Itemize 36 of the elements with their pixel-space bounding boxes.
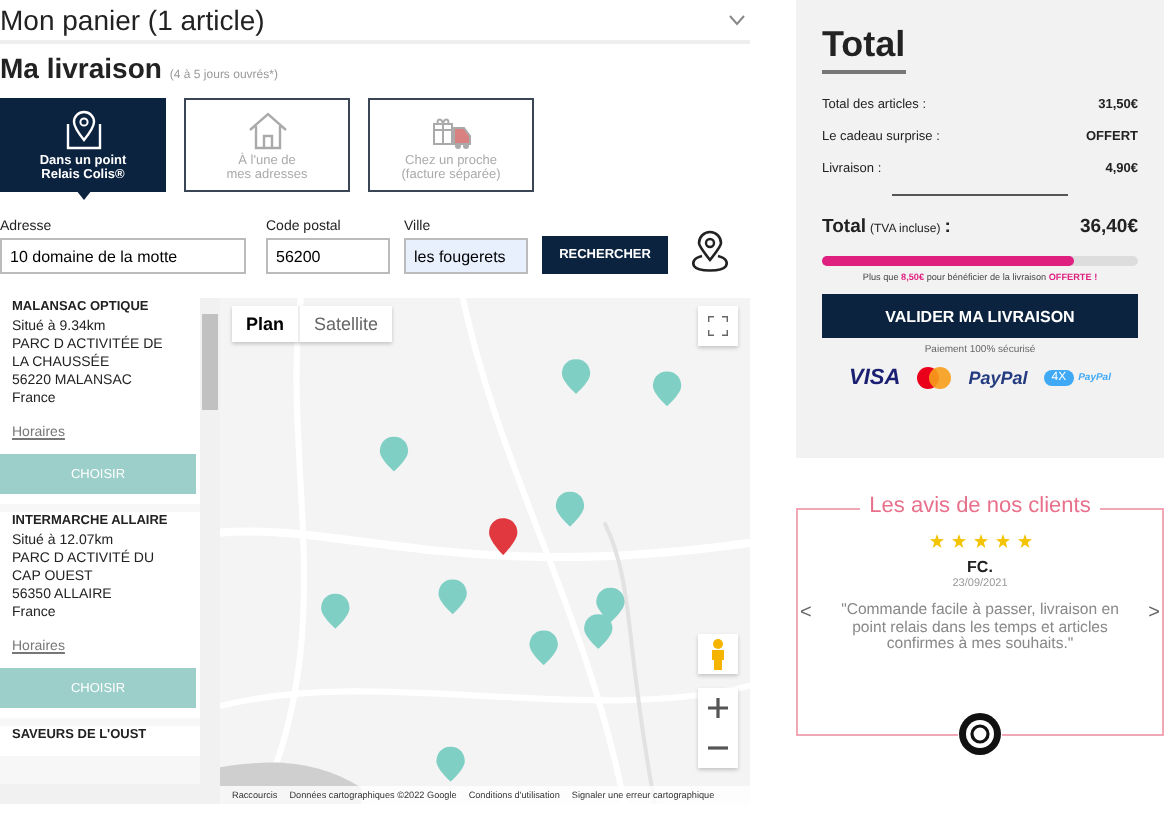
map-pin-icon — [61, 108, 105, 152]
input-field[interactable]: 10 domaine de la motte — [0, 238, 246, 274]
location-pin-icon[interactable] — [690, 230, 730, 274]
cart-title: Mon panier (1 article) — [0, 4, 265, 36]
total-value: 36,40€ — [1079, 216, 1138, 238]
star-icon — [973, 534, 987, 548]
person-icon — [710, 638, 726, 670]
star-icon — [1017, 534, 1031, 548]
fullscreen-icon — [708, 316, 728, 336]
reviews-title: Les avis de nos clients — [859, 494, 1101, 518]
star-icon — [951, 534, 965, 548]
delivery-title: Ma livraison — [0, 52, 162, 84]
visa-logo: VISA — [849, 366, 901, 390]
star-icon — [995, 534, 1009, 548]
map-type-tab[interactable]: Plan — [232, 306, 301, 342]
review-author: FC. — [967, 558, 993, 576]
trust-badge-icon — [958, 712, 1002, 756]
input-field[interactable]: les fougerets — [404, 238, 528, 274]
star-icon — [929, 534, 943, 548]
validate-button[interactable]: VALIDER MA LIVRAISON — [822, 294, 1138, 338]
next-button[interactable]: > — [1146, 602, 1162, 624]
paypal-logo: PayPal — [968, 368, 1028, 388]
house-icon — [245, 108, 289, 152]
mastercard-icon — [916, 366, 953, 390]
input-field[interactable]: 56200 — [266, 238, 390, 274]
zoom-in-button[interactable] — [698, 688, 738, 728]
summary-title: Total — [822, 24, 906, 74]
zoom-out-button[interactable] — [698, 728, 738, 768]
map-type-tab[interactable]: Satellite — [300, 306, 393, 342]
plus-icon — [708, 698, 728, 718]
previous-button[interactable]: < — [798, 602, 814, 624]
fullscreen-button[interactable] — [698, 306, 738, 346]
scrollbar[interactable] — [0, 784, 220, 804]
total-colon: : — [944, 216, 951, 238]
chevron-icon[interactable] — [728, 14, 746, 26]
total-label: Total — [822, 216, 866, 238]
